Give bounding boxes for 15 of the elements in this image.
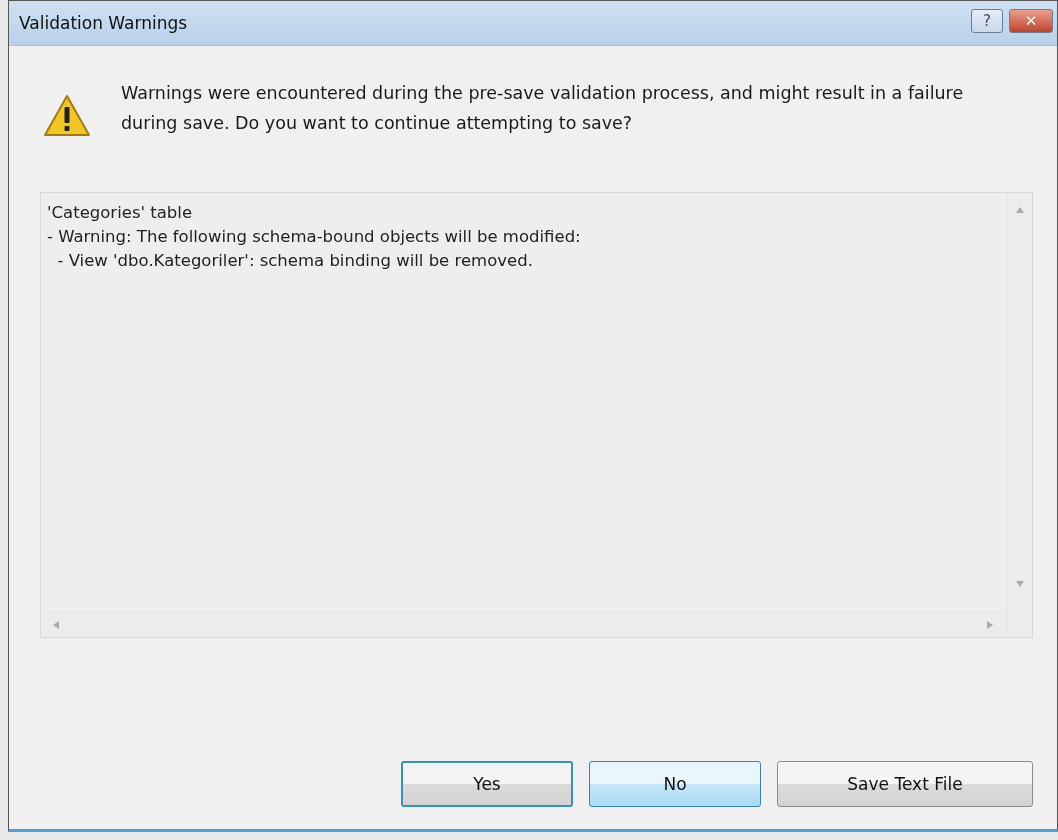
- scroll-up-icon[interactable]: [1016, 207, 1024, 213]
- scroll-left-icon[interactable]: [53, 621, 59, 629]
- dialog-button[interactable]: Yes: [401, 761, 573, 807]
- detail-line: 'Categories' table: [47, 202, 194, 224]
- dialog-button[interactable]: Save Text File: [777, 761, 1033, 807]
- scroll-right-icon[interactable]: [987, 621, 993, 629]
- help-button[interactable]: ?: [971, 9, 1003, 33]
- dialog-button[interactable]: No: [589, 761, 761, 807]
- details-text-area[interactable]: 'Categories' table - Warning: The following schema-bound objects will be modified: - View 'dbo.Kategoriler': schema binding will be removed.: [40, 192, 1033, 638]
- detail-line: - View 'dbo.Kategoriler': schema binding will be removed.: [56, 250, 534, 272]
- warning-icon: [43, 94, 91, 138]
- window-title: Validation Warnings: [19, 13, 188, 33]
- warning-message: Warnings were encountered during the pre-save validation process, and might result in a failure during save. Do you want to continue attempting to save?: [121, 82, 965, 135]
- scroll-down-icon[interactable]: [1016, 581, 1024, 587]
- detail-line: - Warning: The following schema-bound objects will be modified:: [47, 226, 582, 248]
